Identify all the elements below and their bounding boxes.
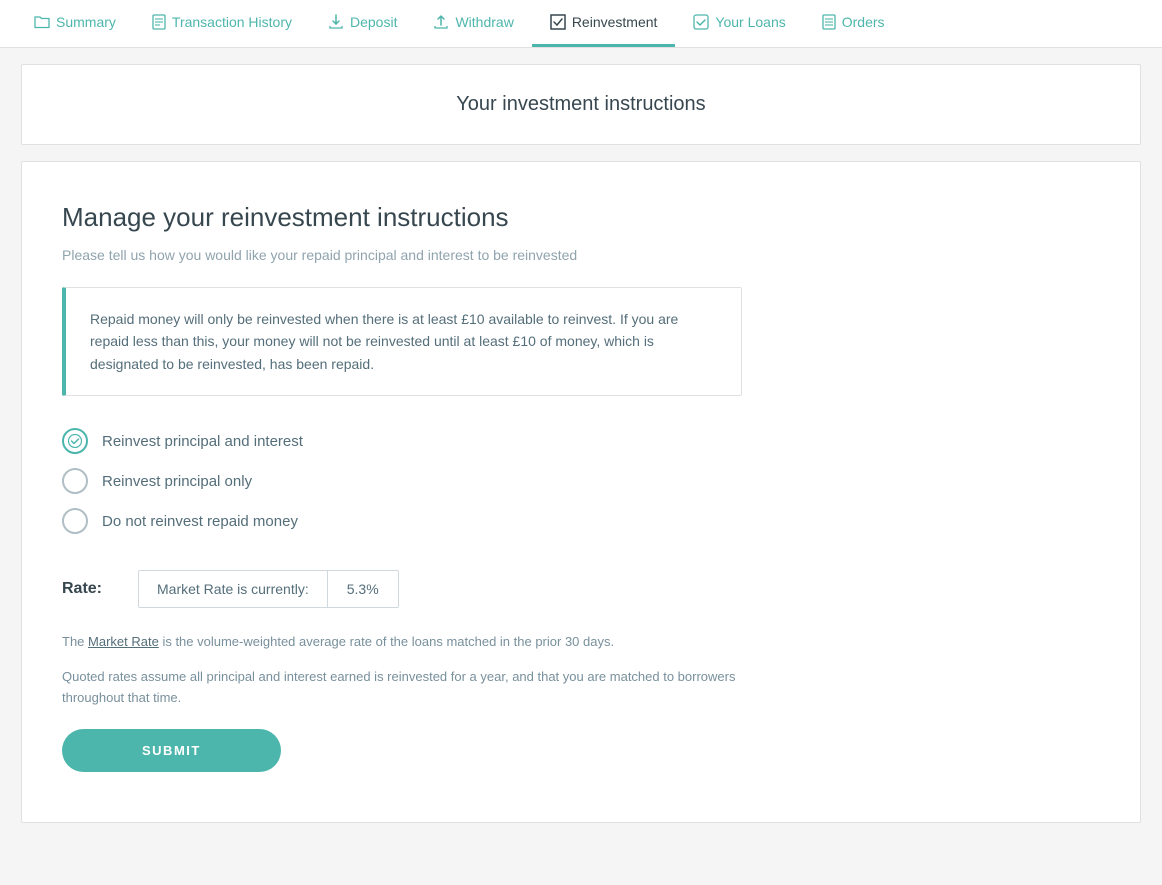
info-box-text: Repaid money will only be reinvested whe… — [90, 308, 717, 375]
radio-label-principal-and-interest: Reinvest principal and interest — [102, 433, 303, 450]
radio-option-do-not-reinvest[interactable]: Do not reinvest repaid money — [62, 508, 1100, 534]
section-title: Manage your reinvestment instructions — [62, 202, 1100, 233]
radio-checked-icon — [62, 428, 88, 454]
rate-label: Rate: — [62, 580, 122, 598]
reinvestment-icon — [550, 14, 566, 30]
radio-unchecked-icon-2 — [62, 508, 88, 534]
content-wrapper: Your investment instructions Manage your… — [11, 64, 1151, 823]
orders-icon — [822, 14, 836, 30]
rate-box: Market Rate is currently: 5.3% — [138, 570, 399, 608]
folder-icon — [34, 14, 50, 30]
market-rate-link[interactable]: Market Rate — [88, 634, 159, 649]
checkbox-icon — [693, 14, 709, 30]
rate-market-label: Market Rate is currently: — [139, 571, 328, 607]
page-header-title: Your investment instructions — [42, 93, 1120, 116]
rate-value: 5.3% — [328, 571, 398, 607]
doc-icon — [152, 14, 166, 30]
radio-option-principal-only[interactable]: Reinvest principal only — [62, 468, 1100, 494]
page-header-card: Your investment instructions — [21, 64, 1141, 145]
submit-button[interactable]: SUBMIT — [62, 729, 281, 772]
download-icon — [328, 14, 344, 30]
radio-label-principal-only: Reinvest principal only — [102, 473, 252, 490]
radio-group: Reinvest principal and interest Reinvest… — [62, 428, 1100, 534]
nav-item-your-loans[interactable]: Your Loans — [675, 0, 803, 47]
section-subtitle: Please tell us how you would like your r… — [62, 247, 1100, 263]
nav-item-transaction-history[interactable]: Transaction History — [134, 0, 310, 47]
rate-section: Rate: Market Rate is currently: 5.3% — [62, 570, 1100, 608]
footnote-1: The Market Rate is the volume-weighted a… — [62, 632, 742, 653]
radio-label-do-not-reinvest: Do not reinvest repaid money — [102, 513, 298, 530]
info-box: Repaid money will only be reinvested whe… — [62, 287, 742, 396]
main-card: Manage your reinvestment instructions Pl… — [21, 161, 1141, 823]
radio-option-principal-and-interest[interactable]: Reinvest principal and interest — [62, 428, 1100, 454]
upload-icon — [433, 14, 449, 30]
radio-unchecked-icon-1 — [62, 468, 88, 494]
nav-item-deposit[interactable]: Deposit — [310, 0, 415, 47]
nav-bar: Summary Transaction History Deposit — [0, 0, 1162, 48]
nav-item-orders[interactable]: Orders — [804, 0, 903, 47]
nav-item-summary[interactable]: Summary — [16, 0, 134, 47]
footnote-2: Quoted rates assume all principal and in… — [62, 667, 742, 709]
nav-item-withdraw[interactable]: Withdraw — [415, 0, 531, 47]
nav-item-reinvestment[interactable]: Reinvestment — [532, 0, 676, 47]
